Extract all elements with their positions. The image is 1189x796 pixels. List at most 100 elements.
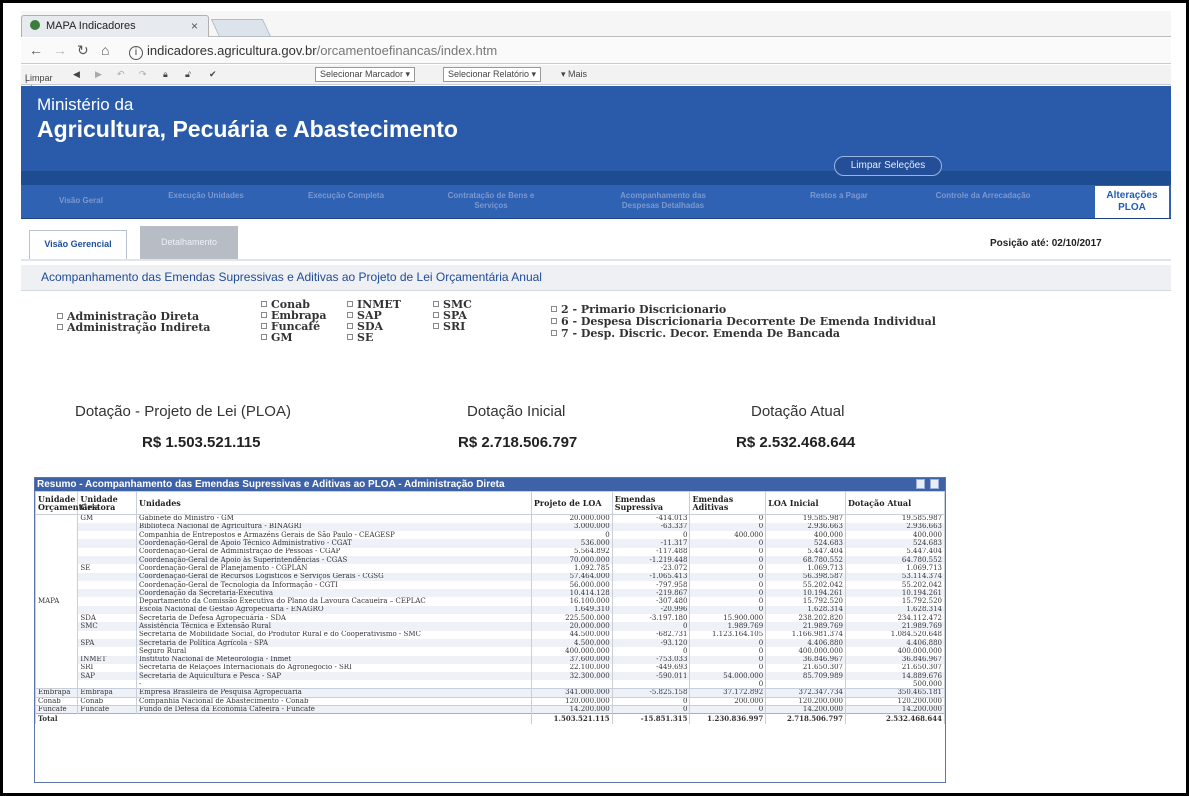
cell-value: 500.000 xyxy=(844,680,946,689)
next-icon[interactable]: ▶ xyxy=(95,69,102,80)
redo-icon[interactable]: ↷ xyxy=(139,69,147,80)
cell-unidade-code: Conab xyxy=(77,696,137,706)
back-icon[interactable]: ← xyxy=(29,42,43,58)
cell-unidade-gestora: GM xyxy=(77,514,137,523)
table-row[interactable]: Departamento da Comissão Executiva do Pl… xyxy=(36,597,946,606)
table-row[interactable]: Conab Conab Companhia Nacional de Abasteci… xyxy=(34,696,946,706)
checkbox-icon xyxy=(347,312,353,318)
undo-icon[interactable]: ↶ xyxy=(117,69,125,80)
prev-icon[interactable]: ◀ xyxy=(73,69,80,80)
table-row[interactable]: Embrapa Embrapa Empresa Brasileira de Pesq… xyxy=(34,688,946,698)
table-row[interactable]: Coordenação-Geral de Apoio às Superinten… xyxy=(36,555,946,565)
reload-icon[interactable]: ↻ xyxy=(77,42,89,59)
marcador-select[interactable]: Selecionar Marcador ▾ xyxy=(315,67,416,82)
table-row[interactable]: Escola Nacional de Gestão Agropecuária -… xyxy=(36,605,946,615)
table-row[interactable]: Coordenação-Geral de Administração de Pe… xyxy=(36,547,946,556)
table-row[interactable]: Biblioteca Nacional de Agricultura - BIN… xyxy=(36,522,946,532)
check-icon[interactable]: ✔ xyxy=(209,69,217,80)
table-row[interactable]: SMC Assistência Técnica e Extensão Rural 2… xyxy=(36,622,946,631)
table-row[interactable]: Secretaria de Mobilidade Social, do Prod… xyxy=(36,630,946,639)
clear-selections-button[interactable]: Limpar Seleções xyxy=(834,156,942,176)
mais-menu[interactable]: ▾ Mais xyxy=(561,69,587,80)
url-path: /orcamentoefinancas/index.htm xyxy=(316,43,498,58)
col-unidade-gestora[interactable]: Unidade Gestora xyxy=(77,491,137,515)
new-tab-button[interactable] xyxy=(210,19,272,37)
table-row[interactable]: Coordenação-Geral de Tecnologia da Infor… xyxy=(36,580,946,590)
col-dotacao-atual[interactable]: Dotação Atual xyxy=(844,491,946,515)
nav-contratacao[interactable]: Contratação de Bens e Serviços xyxy=(431,191,551,211)
filter-despesa-7[interactable]: 7 - Desp. Discric. Decor. Emenda De Banc… xyxy=(551,328,936,340)
cell-value: 0 xyxy=(689,580,767,590)
filter-se[interactable]: SE xyxy=(347,332,401,343)
cell-value: 2.936.663 xyxy=(844,522,946,532)
table-row[interactable]: SE Coordenação-Geral de Planejamento - CG… xyxy=(36,564,946,573)
cell-value: 53.114.374 xyxy=(844,572,946,581)
info-icon[interactable]: i xyxy=(129,46,143,60)
cell-value: -20.996 xyxy=(611,605,691,615)
limpar-label: Limpar xyxy=(25,73,53,83)
table-row[interactable]: SRI Secretaria de Relações Internacionais… xyxy=(36,663,946,673)
summary-table: Unidade Orçamentária Unidade Gestora Uni… xyxy=(34,491,946,724)
col-emendas-aditivas[interactable]: Emendas Aditivas xyxy=(689,491,767,515)
table-row[interactable]: Companhia de Entrepostos e Armazéns Gera… xyxy=(36,531,946,540)
table-row[interactable]: SDA Secretaria de Defesa Agropecuária - S… xyxy=(36,614,946,623)
table-row[interactable]: INMET Instituto Nacional de Meteorologia … xyxy=(36,655,946,664)
cell-value: 70.000.000 xyxy=(530,555,613,565)
main-nav: Visão Geral Execução Unidades Execução C… xyxy=(21,185,1171,219)
export-icon[interactable] xyxy=(916,479,925,489)
col-unidades[interactable]: Unidades xyxy=(135,491,532,515)
nav-acompanhamento[interactable]: Acompanhamento das Despesas Detalhadas xyxy=(603,191,723,211)
kpi-inicial-value: R$ 2.718.506.797 xyxy=(458,434,578,451)
filter-sda[interactable]: SDA xyxy=(347,321,401,332)
cell-value: 14.200.000 xyxy=(765,704,846,714)
nav-visao-geral[interactable]: Visão Geral xyxy=(21,196,141,206)
nav-controle-arrecadacao[interactable]: Controle da Arrecadação xyxy=(923,191,1043,201)
tab-detalhamento[interactable]: Detalhamento xyxy=(140,226,238,259)
filter-sri[interactable]: SRI xyxy=(433,321,472,332)
col-loa-inicial[interactable]: LOA Inicial xyxy=(765,491,846,515)
table-row[interactable]: Coordenação da Secretaria-Executiva 10.41… xyxy=(36,589,946,598)
cell-value: 0 xyxy=(611,704,691,714)
filter-gm[interactable]: GM xyxy=(261,332,326,343)
col-unidade-orcamentaria[interactable]: Unidade Orçamentária xyxy=(34,491,100,515)
unlock-icon[interactable]: 🔓︎ xyxy=(185,69,191,80)
relatorio-select[interactable]: Selecionar Relatório ▾ xyxy=(443,67,542,82)
filter-admin-indireta[interactable]: Administração Indireta xyxy=(57,322,210,333)
col-emendas-supressiva[interactable]: Emendas Supressiva xyxy=(611,491,691,515)
cell-value xyxy=(611,680,691,689)
cell-value: 54.000.000 xyxy=(689,672,767,681)
nav-restos-a-pagar[interactable]: Restos a Pagar xyxy=(779,191,899,201)
table-row[interactable]: SAP Secretaria de Aquicultura e Pesca - S… xyxy=(36,672,946,681)
cell-value: 0 xyxy=(611,647,691,656)
table-row[interactable]: Coordenação-Geral de Recursos Logísticos… xyxy=(36,572,946,581)
lock-icon[interactable]: 🔒︎ xyxy=(163,69,168,80)
table-row[interactable]: Funcafé Funcafé Fundo de Defesa da Economi… xyxy=(34,704,946,714)
cell-unidade: Seguro Rural xyxy=(135,647,532,656)
ministry-line1: Ministério da xyxy=(37,95,134,114)
url-field[interactable]: i indicadores.agricultura.gov.br/orcament… xyxy=(129,43,497,60)
cell-value: -219.867 xyxy=(611,589,691,598)
table-row[interactable]: - 0 500.000 xyxy=(36,680,946,689)
close-tab-icon[interactable]: × xyxy=(191,19,198,33)
cell-value: 0 xyxy=(689,514,767,523)
col-projeto-loa[interactable]: Projeto de LOA xyxy=(530,491,613,515)
nav-execucao-completa[interactable]: Execução Completa xyxy=(286,191,406,201)
expand-icon[interactable] xyxy=(930,479,939,489)
nav-execucao-unidades[interactable]: Execução Unidades xyxy=(146,191,266,201)
home-icon[interactable]: ⌂ xyxy=(101,42,109,58)
cell-value: 3.000.000 xyxy=(530,522,613,532)
table-row[interactable]: MAPA GM Gabinete do Ministro - GM 20.000.00… xyxy=(34,514,946,689)
table-row[interactable]: Coordenação-Geral de Apoio Técnico Admin… xyxy=(36,539,946,548)
table-row[interactable]: Seguro Rural 400.000.000 0 0 400.000.000 400.… xyxy=(36,647,946,656)
nav-alteracoes-ploa[interactable]: Alterações PLOA xyxy=(1095,186,1169,218)
cell-value: 1.166.981.374 xyxy=(765,630,846,639)
cell-value: 22.100.000 xyxy=(530,663,613,673)
cell-value: 0 xyxy=(611,622,691,631)
table-row[interactable]: SPA Secretaria de Política Agrícola - SPA… xyxy=(36,638,946,648)
browser-tab[interactable]: MAPA Indicadores × xyxy=(21,15,209,37)
kpi-atual-label: Dotação Atual xyxy=(751,403,845,420)
tab-visao-gerencial[interactable]: Visão Gerencial xyxy=(29,230,127,259)
forward-icon[interactable]: → xyxy=(53,42,67,58)
cell-unidade-orcamentaria: MAPA xyxy=(34,514,79,689)
cell-value: 10.414.128 xyxy=(530,589,613,598)
